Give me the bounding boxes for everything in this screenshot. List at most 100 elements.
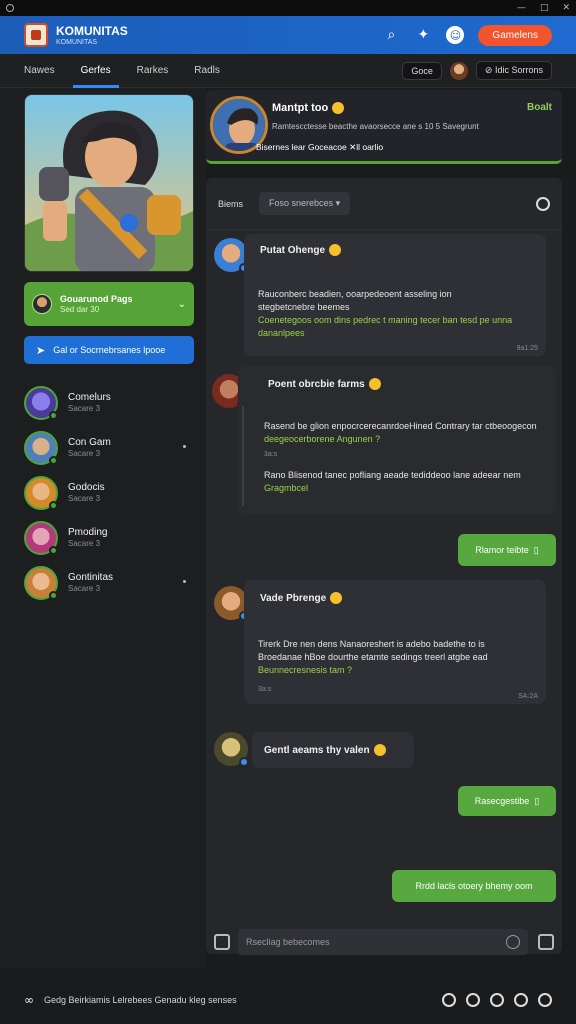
chat-message: Putat Ohenge Rauconberc beadien, ooarped… (214, 234, 554, 358)
message-input[interactable]: Rsecliag bebecomes (238, 929, 528, 955)
app-logo[interactable] (24, 23, 48, 47)
tab-rarkes[interactable]: Rarkes (137, 54, 169, 88)
sidebar: Gouarunod Pags Sed dar 30 ⌄ ➤ Gal or Soc… (0, 88, 206, 968)
window-controls: — □ ✕ (517, 3, 570, 13)
online-status-icon (49, 590, 58, 600)
friend-item[interactable]: Comelurs Sacare 3 (24, 380, 194, 425)
jump-button-label: Gal or Socrnebrsanes lpooe (53, 345, 166, 355)
chat-message: Poent obrcbie farms Rasend be glion enpo… (212, 366, 556, 572)
app-name: KOMUNITAS (56, 23, 128, 38)
message-input-placeholder: Rsecliag bebecomes (246, 937, 330, 947)
reply-bubble[interactable]: Rlamor teibte ▯ (458, 534, 556, 566)
friend-list: Comelurs Sacare 3 Con Gam Sacare 3 Godocis… (24, 380, 194, 605)
chevron-down-icon[interactable]: ⌄ (178, 299, 186, 310)
message-line: Rasend be glion enpocrcerecanrdoeHined C… (264, 421, 537, 431)
friend-avatar (24, 475, 58, 510)
message-bubble: Poent obrcbie farms Rasend be glion enpo… (238, 366, 556, 514)
help-icon[interactable] (538, 993, 552, 1007)
message-avatar (214, 586, 249, 621)
status-pill[interactable]: Goce (402, 61, 442, 80)
emoji-icon[interactable] (506, 935, 520, 949)
emoji-icon[interactable] (490, 993, 504, 1007)
location-icon[interactable] (442, 993, 456, 1007)
arrow-right-icon: ➤ (36, 344, 46, 357)
smile-emoji-icon (330, 592, 343, 605)
message-sender: Gentl aeams thy valen (264, 744, 370, 756)
profile-action-button[interactable]: Boalt (527, 102, 552, 113)
promo-avatar (32, 294, 52, 314)
user-pill-label: Idic Sorrons (494, 65, 543, 75)
window-titlebar: — □ ✕ (0, 0, 576, 16)
friend-item[interactable]: Pmoding Sacare 3 (24, 515, 194, 560)
attach-icon[interactable] (214, 934, 230, 950)
message-bubble: Vade Pbrenge Tirerk Dre nen dens Nanaore… (244, 580, 546, 704)
message-line: Coenetegoos oom dins pedrec t maning tec… (258, 315, 513, 325)
send-icon[interactable] (538, 934, 554, 950)
user-icon[interactable]: ☺ (446, 26, 465, 44)
gamepad-icon: ∞ (24, 993, 34, 1007)
smile-emoji-icon (373, 744, 386, 756)
message-bubble: Putat Ohenge Rauconberc beadien, ooarped… (244, 234, 546, 356)
message-line: deegeocerborene Angunen ? (264, 434, 381, 444)
chat-filter-select[interactable]: Foso snerebces ▾ (259, 192, 351, 215)
chat-header: Biems Foso snerebces ▾ (206, 178, 562, 230)
search-icon[interactable]: ⌕ (382, 26, 400, 44)
verified-icon (239, 757, 249, 767)
chat-icon[interactable] (466, 993, 480, 1007)
message-line: Gragmbcel (264, 483, 309, 493)
smile-emoji-icon (332, 102, 345, 115)
nav-bar: Nawes Gerfes Rarkes Radls Goce ⊘ Idic So… (0, 54, 576, 88)
settings-icon[interactable] (514, 993, 528, 1007)
friend-avatar (24, 520, 58, 555)
refresh-icon[interactable] (536, 196, 550, 211)
message-avatar (214, 732, 249, 767)
more-icon[interactable] (183, 580, 186, 583)
thread-line (242, 406, 244, 506)
close-icon[interactable]: ✕ (562, 3, 570, 13)
message-line: stegbetcnebre beemes (258, 302, 350, 312)
friend-item[interactable]: Gontinitas Sacare 3 (24, 560, 194, 605)
outgoing-message[interactable]: Rrdd lacls otoery bhemy oom (392, 870, 556, 902)
friend-item[interactable]: Godocis Sacare 3 (24, 470, 194, 515)
friend-avatar (24, 430, 58, 465)
message-line: dananlpees (258, 328, 305, 338)
tab-radls[interactable]: Radls (194, 54, 220, 88)
friend-item[interactable]: Con Gam Sacare 3 (24, 425, 194, 470)
outgoing-message-text: Rasecgestibe (474, 796, 530, 806)
promo-title: Gouarunod Pags (60, 293, 133, 304)
message-line: Beunnecresnesis tam ? (258, 665, 353, 675)
tab-gerfes[interactable]: Gerfes (72, 54, 119, 88)
message-sender: Poent obrcbie farms (268, 379, 365, 390)
chat-header-label: Biems (218, 198, 244, 209)
friend-name: Pmoding (68, 526, 108, 538)
profile-stats: Bisernes lear Goceacoe ✕ll oarlio (256, 142, 384, 152)
header-cta-button[interactable]: Gamelens (478, 24, 552, 46)
message-avatar (214, 238, 249, 273)
profile-bio: Ramtescctesse beacthe avaorsecce ane s 1… (272, 122, 479, 131)
footer-text: Gedg Beirkiamis Lelrebees Genadu kleg se… (44, 995, 237, 1005)
promo-subtitle: Sed dar 30 (60, 304, 100, 314)
friend-avatar (24, 385, 58, 420)
user-pill[interactable]: ⊘ Idic Sorrons (475, 61, 552, 80)
message-line: Rano Blisenod tanec pofliang aeade tedid… (264, 470, 521, 480)
friend-status: Sacare 3 (68, 538, 101, 548)
profile-name: Mantpt too (272, 102, 345, 115)
avatar[interactable] (449, 61, 468, 80)
profile-card: Mantpt too Ramtescctesse beacthe avaorse… (206, 90, 562, 164)
jump-button[interactable]: ➤ Gal or Socrnebrsanes lpooe (24, 336, 194, 364)
star-icon[interactable]: ✦ (414, 26, 432, 44)
outgoing-message[interactable]: Rasecgestibe ▯ (458, 786, 556, 816)
friend-name: Gontinitas (68, 571, 114, 583)
online-status-icon (49, 455, 58, 465)
footer: ∞ Gedg Beirkiamis Lelrebees Genadu kleg … (0, 976, 576, 1024)
chat-message: Vade Pbrenge Tirerk Dre nen dens Nanaore… (214, 580, 554, 708)
tab-nawes[interactable]: Nawes (24, 54, 55, 88)
friend-status: Sacare 3 (68, 403, 101, 413)
more-icon[interactable] (183, 445, 186, 448)
app-icon (6, 4, 14, 12)
maximize-icon[interactable]: □ (540, 3, 549, 13)
minimize-icon[interactable]: — (517, 3, 526, 13)
promo-card[interactable]: Gouarunod Pags Sed dar 30 ⌄ (24, 282, 194, 326)
friend-name: Con Gam (68, 436, 111, 448)
message-line: 3a:s (264, 451, 278, 458)
